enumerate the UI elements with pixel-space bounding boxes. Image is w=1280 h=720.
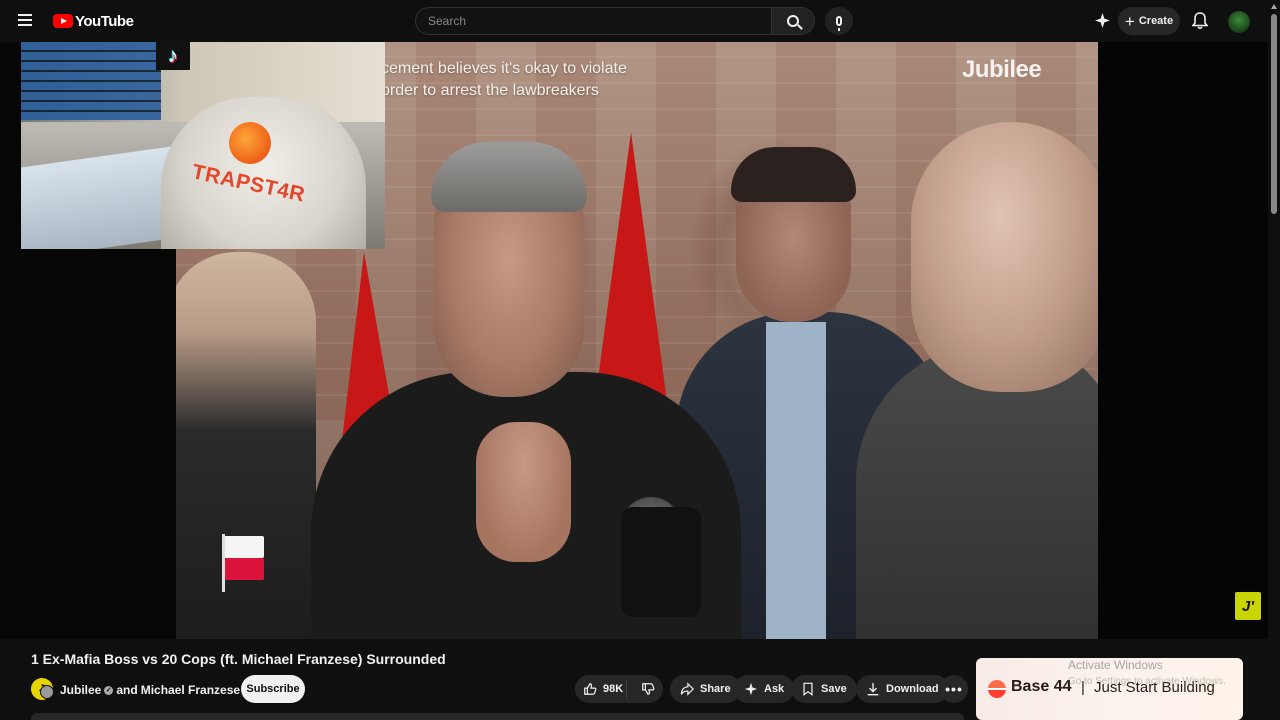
save-label: Save xyxy=(821,683,847,695)
activate-windows-watermark: Activate Windows xyxy=(1068,658,1163,672)
share-label: Share xyxy=(700,683,731,695)
bald-man-head xyxy=(911,122,1098,392)
webcam-overlay: TRAPST4R ♪ xyxy=(21,42,385,249)
share-button[interactable]: Share xyxy=(670,675,741,703)
like-button[interactable]: 98K xyxy=(575,679,628,699)
poland-flag-icon xyxy=(222,534,264,592)
menu-icon[interactable] xyxy=(18,11,38,31)
sparkle-ask-icon xyxy=(744,682,758,696)
webcam-mosaic-art xyxy=(21,42,161,120)
more-actions-button[interactable]: ••• xyxy=(940,675,968,703)
collaborator-avatar[interactable] xyxy=(40,685,54,699)
youtube-logo[interactable]: YouTube xyxy=(53,12,134,30)
voice-search-button[interactable] xyxy=(825,7,853,35)
caption-line-2: order to arrest the lawbreakers xyxy=(381,82,599,99)
youtube-play-icon xyxy=(53,14,73,28)
download-icon xyxy=(867,682,879,696)
description-box[interactable] xyxy=(31,713,964,720)
save-button[interactable]: Save xyxy=(791,675,857,703)
bookmark-icon xyxy=(803,682,813,696)
video-title: 1 Ex-Mafia Boss vs 20 Cops (ft. Michael … xyxy=(31,651,446,667)
ask-label: Ask xyxy=(764,683,785,695)
dislike-button[interactable] xyxy=(633,682,663,696)
scroll-up-arrow-icon[interactable] xyxy=(1271,4,1277,9)
notifications-bell-icon[interactable] xyxy=(1192,12,1208,30)
download-button[interactable]: Download xyxy=(856,675,949,703)
subscribe-button[interactable]: Subscribe xyxy=(241,675,305,703)
video-player[interactable]: cement believes it's okay to violate ord… xyxy=(0,42,1268,639)
search-icon xyxy=(787,15,799,27)
plus-icon: + xyxy=(1124,11,1135,31)
search-box xyxy=(415,7,772,35)
channel-names: Jubilee ✓ and Michael Franzese ✓ xyxy=(60,683,253,697)
account-avatar[interactable] xyxy=(1228,11,1250,33)
microphone-icon xyxy=(836,16,842,31)
microphone-stand xyxy=(621,507,701,617)
base44-logo-icon xyxy=(988,680,1006,698)
channel-joiner: and xyxy=(116,683,138,697)
peach-logo-icon xyxy=(229,122,271,164)
search-button[interactable] xyxy=(772,7,815,35)
share-icon xyxy=(680,682,694,696)
webcam-desk xyxy=(21,146,171,249)
logo-text: YouTube xyxy=(75,12,134,30)
create-button[interactable]: + Create xyxy=(1118,7,1180,35)
like-dislike-group: 98K xyxy=(575,675,663,703)
verified-icon: ✓ xyxy=(104,685,114,695)
channel-name-primary[interactable]: Jubilee xyxy=(60,683,101,697)
man-in-suit-hair xyxy=(731,147,856,202)
page-scrollbar[interactable] xyxy=(1268,0,1280,720)
create-label: Create xyxy=(1138,15,1174,27)
channel-name-secondary[interactable]: Michael Franzese xyxy=(141,683,240,697)
sparkle-icon[interactable] xyxy=(1095,13,1110,28)
thumbs-down-icon xyxy=(642,683,655,695)
tiktok-icon: ♪ xyxy=(156,42,190,70)
ad-brand: Base 44 xyxy=(1011,678,1072,695)
speaker-hair xyxy=(431,142,587,212)
man-in-suit-shirt xyxy=(766,322,826,639)
caption-line-1: cement believes it's okay to violate xyxy=(381,60,627,77)
speaker-hand xyxy=(476,422,571,562)
search-input[interactable] xyxy=(416,8,771,34)
brand-watermark: Jubilee xyxy=(962,56,1042,83)
scrollbar-thumb[interactable] xyxy=(1271,14,1277,214)
download-label: Download xyxy=(886,683,939,695)
like-count: 98K xyxy=(603,683,624,695)
thumbs-up-icon xyxy=(584,683,597,695)
activate-windows-subtext: Go to Settings to activate Windows. xyxy=(1068,676,1226,687)
ask-button[interactable]: Ask xyxy=(734,675,795,703)
masthead: YouTube + Create xyxy=(0,0,1280,42)
video-caption: cement believes it's okay to violate ord… xyxy=(381,58,627,102)
corner-logo-badge: J' xyxy=(1235,592,1261,620)
video-letterbox-right xyxy=(1098,42,1268,639)
